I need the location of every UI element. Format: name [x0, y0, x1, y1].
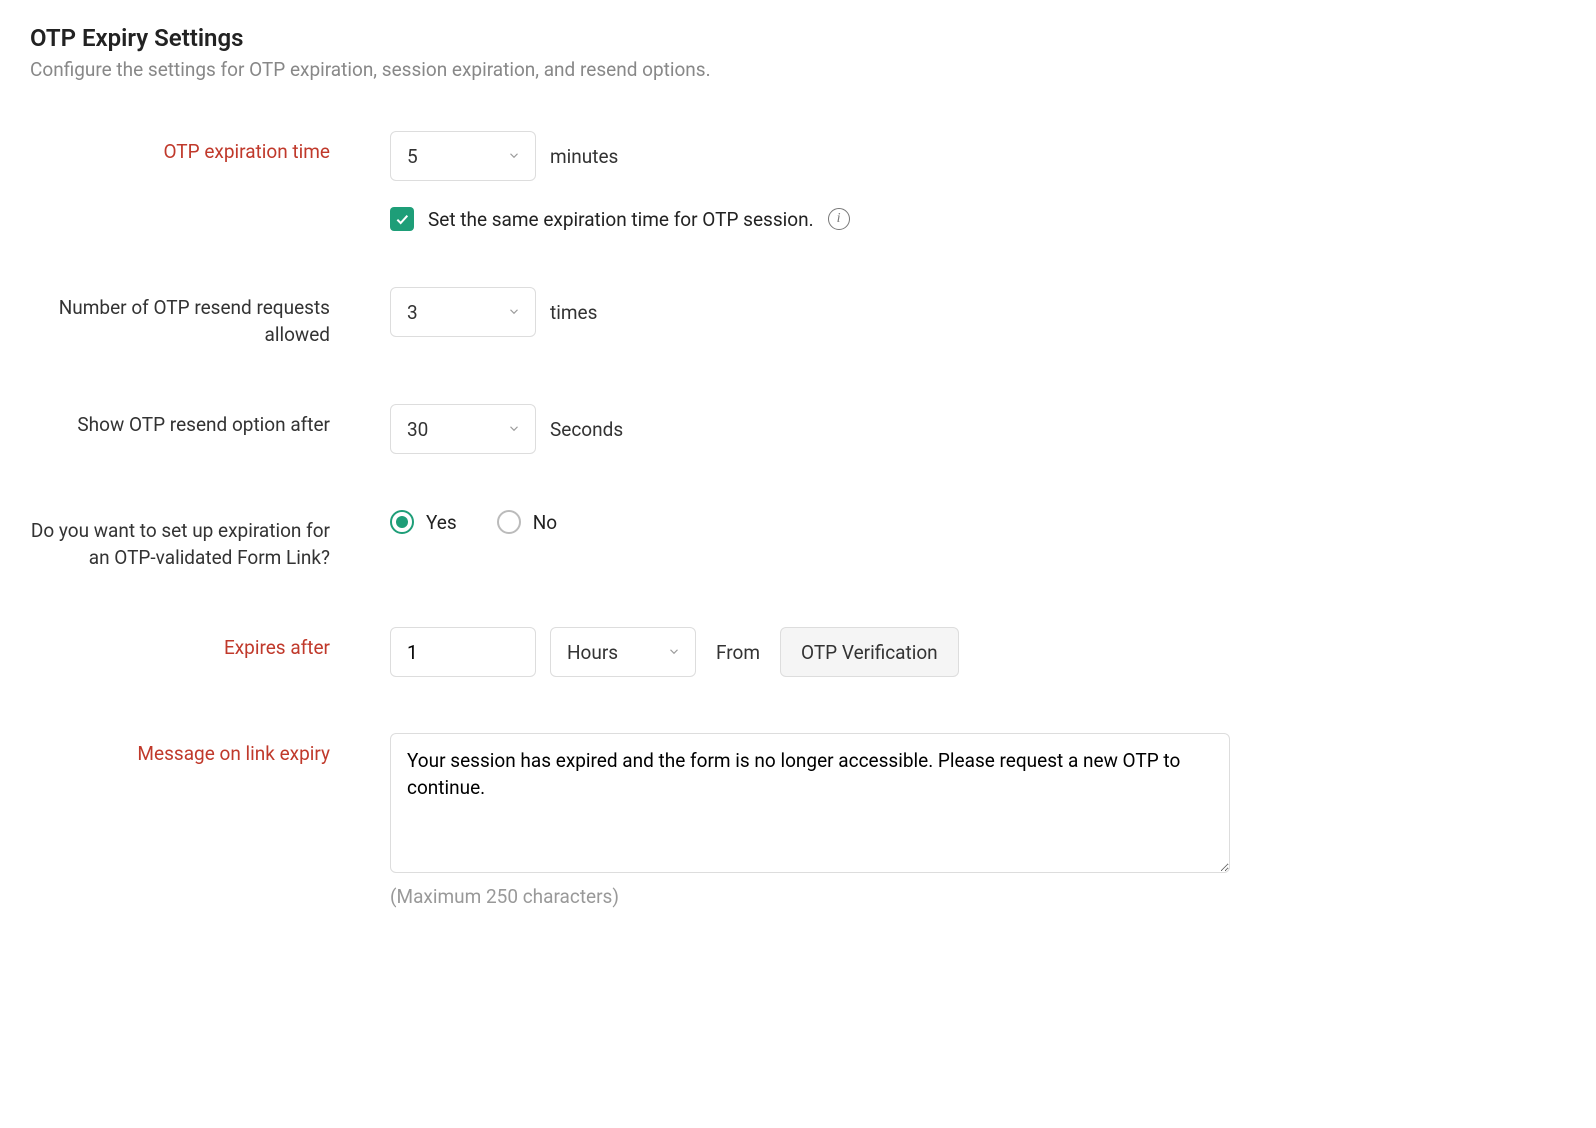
resend-after-value: 30	[407, 418, 428, 441]
chevron-down-icon	[507, 145, 521, 168]
info-icon[interactable]: i	[828, 208, 850, 230]
resend-after-select[interactable]: 30	[390, 404, 536, 454]
chevron-down-icon	[667, 641, 681, 664]
otp-expiration-label: OTP expiration time	[30, 131, 390, 166]
chevron-down-icon	[507, 301, 521, 324]
resend-after-label: Show OTP resend option after	[30, 404, 390, 439]
same-expiration-checkbox[interactable]	[390, 207, 414, 231]
otp-expiration-unit: minutes	[550, 145, 618, 168]
resend-requests-label: Number of OTP resend requests allowed	[30, 287, 390, 348]
expires-after-unit-select[interactable]: Hours	[550, 627, 696, 677]
expiry-message-label: Message on link expiry	[30, 733, 390, 768]
chevron-down-icon	[507, 418, 521, 441]
expires-after-label: Expires after	[30, 627, 390, 662]
form-link-expiration-label: Do you want to set up expiration for an …	[30, 510, 390, 571]
expiry-message-helper: (Maximum 250 characters)	[390, 885, 1566, 908]
otp-expiration-select[interactable]: 5	[390, 131, 536, 181]
expiry-message-textarea[interactable]	[390, 733, 1230, 873]
radio-icon	[497, 510, 521, 534]
form-link-expiration-no[interactable]: No	[497, 510, 557, 534]
page-title: OTP Expiry Settings	[30, 24, 1566, 52]
same-expiration-checkbox-label: Set the same expiration time for OTP ses…	[428, 208, 814, 231]
page-subtitle: Configure the settings for OTP expiratio…	[30, 58, 1566, 81]
expires-after-input[interactable]	[390, 627, 536, 677]
expires-after-unit-value: Hours	[567, 641, 618, 664]
resend-requests-unit: times	[550, 301, 597, 324]
resend-requests-value: 3	[407, 301, 418, 324]
resend-requests-select[interactable]: 3	[390, 287, 536, 337]
radio-yes-label: Yes	[426, 511, 457, 534]
resend-after-unit: Seconds	[550, 418, 623, 441]
otp-expiration-value: 5	[407, 145, 418, 168]
expires-after-from-value: OTP Verification	[780, 627, 959, 677]
radio-no-label: No	[533, 511, 557, 534]
form-link-expiration-yes[interactable]: Yes	[390, 510, 457, 534]
radio-icon	[390, 510, 414, 534]
from-label: From	[716, 641, 760, 664]
